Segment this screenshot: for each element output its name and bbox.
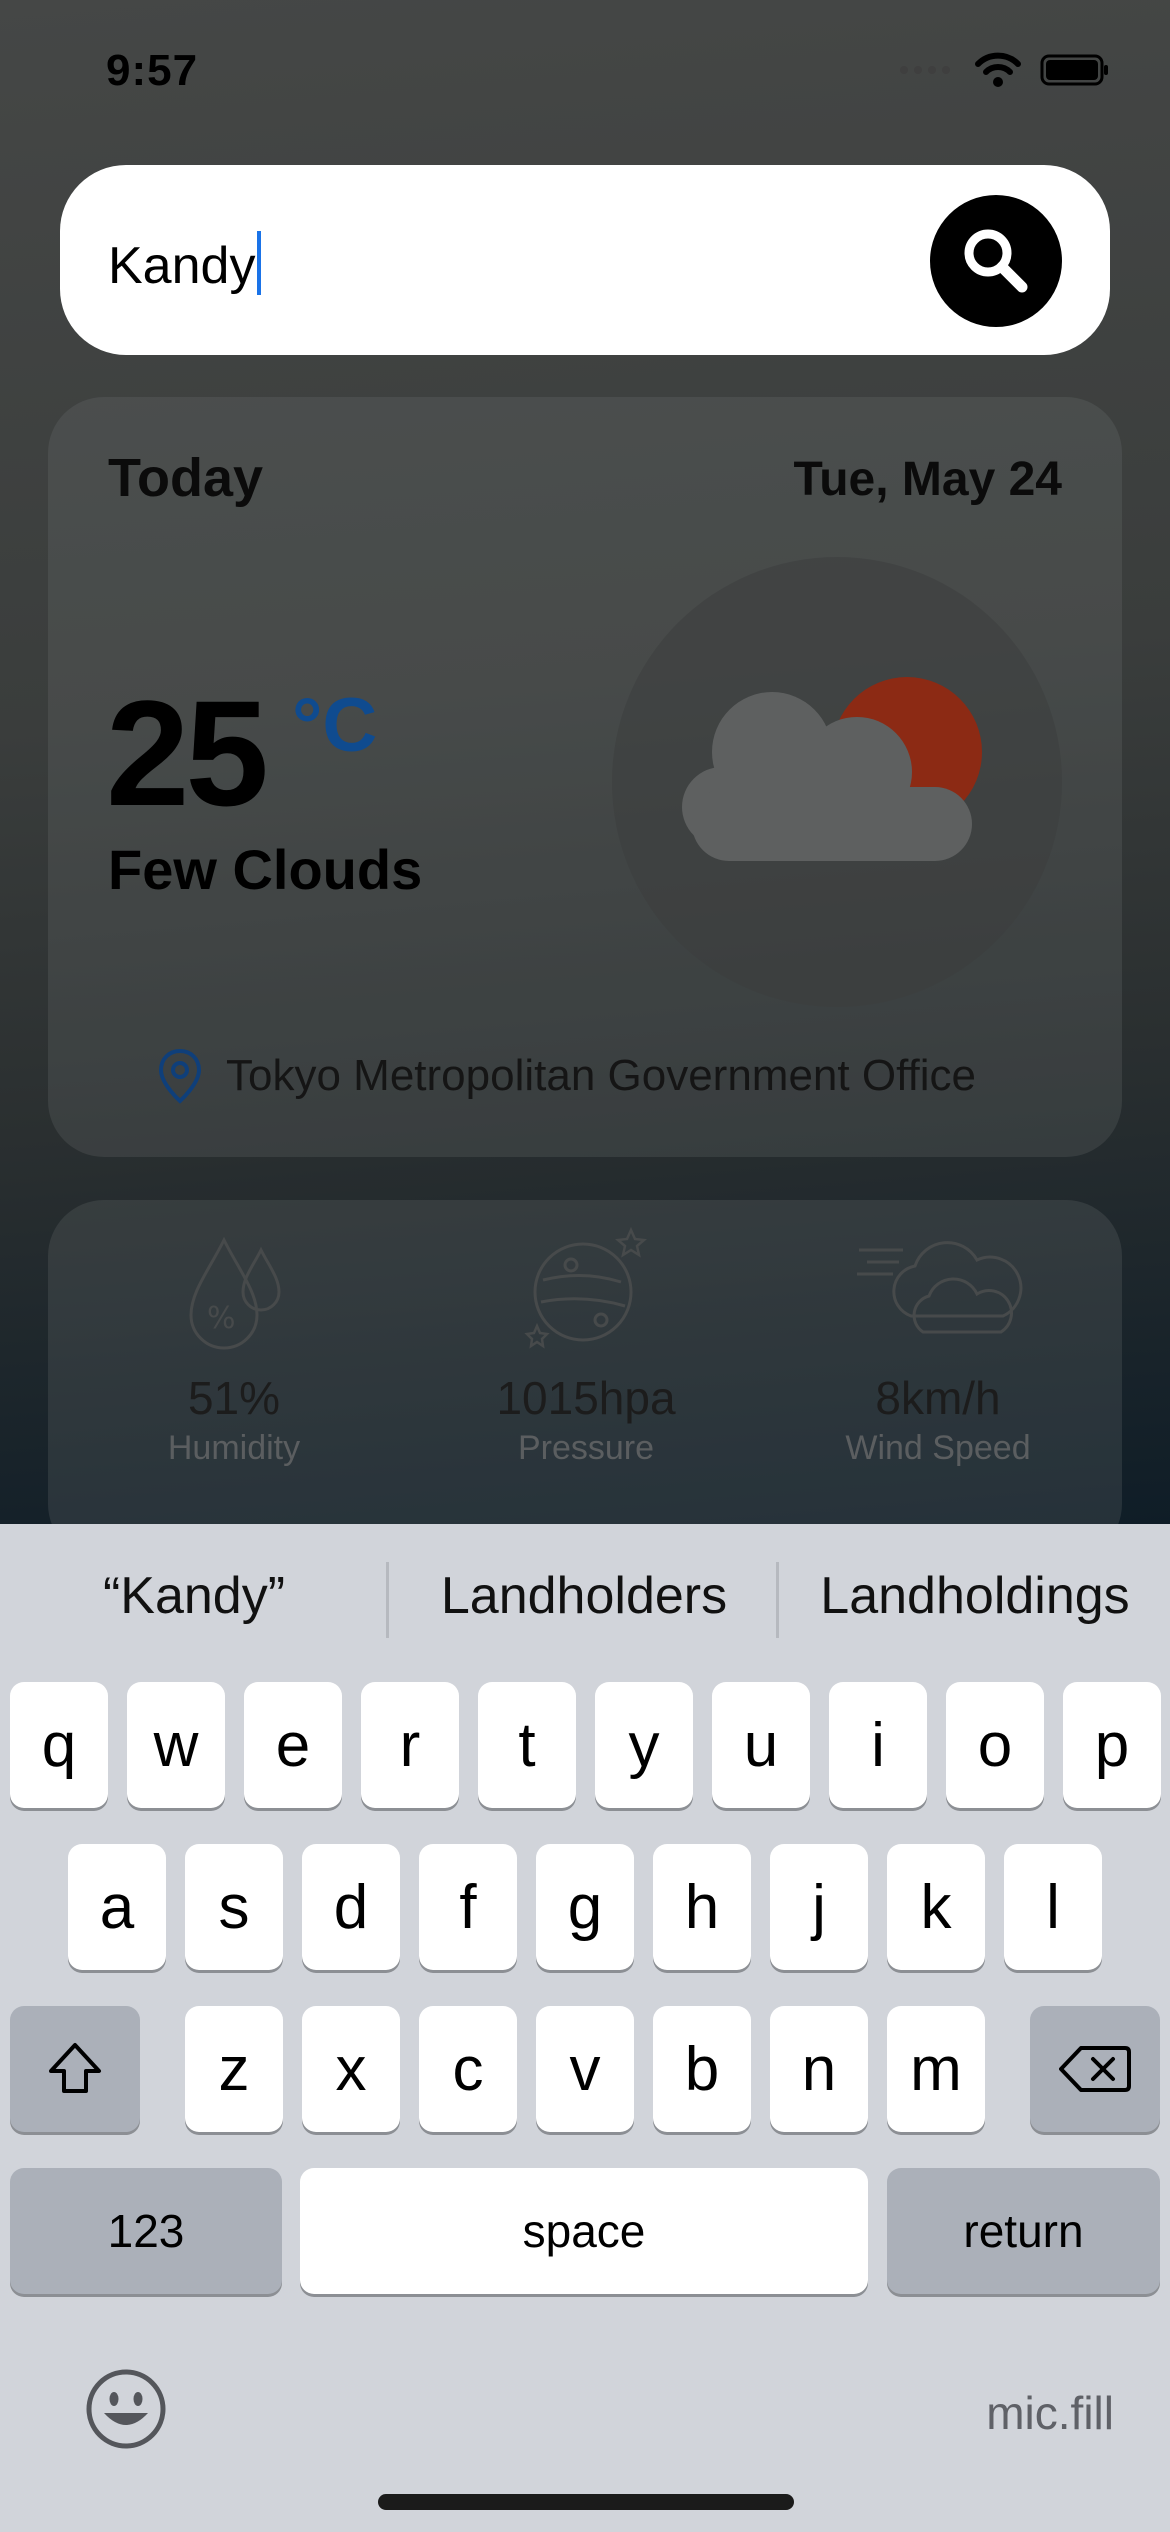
today-weather-card: Today Tue, May 24 25 °C Few Clouds Tokyo… [48, 397, 1122, 1157]
humidity-value: 51% [187, 1372, 281, 1424]
key-f[interactable]: f [419, 1844, 517, 1970]
key-w[interactable]: w [127, 1682, 225, 1808]
pressure-label: Pressure [517, 1429, 655, 1467]
key-v[interactable]: v [536, 2006, 634, 2132]
mic-button[interactable]: mic.fill [986, 2386, 1114, 2440]
suggestion-divider [386, 1562, 389, 1638]
stat-humidity: % 51% Humidity [64, 1220, 404, 1468]
key-r[interactable]: r [361, 1682, 459, 1808]
text-caret [257, 231, 262, 295]
today-label: Today [108, 448, 264, 508]
search-bar[interactable]: Kandy [60, 165, 1110, 355]
weather-stats-card: % 51% Humidity 1015hpa Pressure 8km/h Wi… [48, 1200, 1122, 1560]
weather-illustration [612, 557, 1062, 1007]
key-c[interactable]: c [419, 2006, 517, 2132]
status-icons [898, 52, 1110, 88]
space-key[interactable]: space [300, 2168, 868, 2294]
search-button[interactable] [930, 195, 1062, 327]
key-g[interactable]: g [536, 1844, 634, 1970]
emoji-icon [86, 2369, 166, 2449]
key-m[interactable]: m [887, 2006, 985, 2132]
key-b[interactable]: b [653, 2006, 751, 2132]
keyboard: “Kandy” Landholders Landholdings q w e r… [0, 1524, 1170, 2532]
wind-speed-value: 8km/h [875, 1372, 1001, 1424]
pressure-icon [524, 1226, 647, 1349]
search-input[interactable]: Kandy [108, 231, 262, 296]
key-e[interactable]: e [244, 1682, 342, 1808]
wifi-icon [975, 52, 1021, 87]
temperature-unit: °C [292, 683, 378, 768]
key-h[interactable]: h [653, 1844, 751, 1970]
key-u[interactable]: u [712, 1682, 810, 1808]
key-d[interactable]: d [302, 1844, 400, 1970]
signal-icon [900, 66, 950, 74]
key-a[interactable]: a [68, 1844, 166, 1970]
key-y[interactable]: y [595, 1682, 693, 1808]
search-input-value: Kandy [108, 237, 256, 295]
temperature-value: 25 [106, 669, 269, 837]
key-s[interactable]: s [185, 1844, 283, 1970]
stat-pressure: 1015hpa Pressure [416, 1220, 756, 1468]
location-pin-icon [158, 1048, 202, 1104]
humidity-label: Humidity [167, 1429, 301, 1467]
emoji-button[interactable] [84, 2367, 168, 2456]
wind-icon [857, 1241, 1023, 1334]
home-indicator[interactable] [378, 2494, 794, 2510]
key-q[interactable]: q [10, 1682, 108, 1808]
key-k[interactable]: k [887, 1844, 985, 1970]
key-j[interactable]: j [770, 1844, 868, 1970]
key-t[interactable]: t [478, 1682, 576, 1808]
battery-icon [1040, 54, 1108, 86]
weather-condition: Few Clouds [108, 838, 423, 901]
svg-text:%: % [207, 1301, 236, 1336]
stat-wind: 8km/h Wind Speed [768, 1220, 1108, 1468]
wind-speed-label: Wind Speed [845, 1429, 1031, 1467]
location-row: Tokyo Metropolitan Government Office [156, 1047, 976, 1105]
key-i[interactable]: i [829, 1682, 927, 1808]
suggestion-divider [776, 1562, 779, 1638]
location-name: Tokyo Metropolitan Government Office [226, 1051, 976, 1100]
today-date: Tue, May 24 [793, 453, 1062, 506]
key-l[interactable]: l [1004, 1844, 1102, 1970]
key-p[interactable]: p [1063, 1682, 1161, 1808]
status-time: 9:57 [106, 46, 199, 95]
shift-icon [49, 2043, 101, 2093]
key-o[interactable]: o [946, 1682, 1044, 1808]
key-x[interactable]: x [302, 2006, 400, 2132]
shift-key[interactable] [10, 2006, 140, 2132]
delete-icon [1059, 2046, 1131, 2092]
suggestion-2[interactable]: Landholders [390, 1566, 778, 1626]
numbers-key[interactable]: 123 [10, 2168, 282, 2294]
few-clouds-icon [682, 677, 982, 861]
delete-key[interactable] [1030, 2006, 1160, 2132]
return-key[interactable]: return [887, 2168, 1160, 2294]
key-z[interactable]: z [185, 2006, 283, 2132]
key-n[interactable]: n [770, 2006, 868, 2132]
humidity-icon: % [189, 1236, 281, 1350]
pressure-value: 1015hpa [496, 1372, 676, 1424]
suggestion-3[interactable]: Landholdings [780, 1566, 1170, 1626]
suggestion-1[interactable]: “Kandy” [0, 1566, 388, 1626]
search-icon [964, 229, 1028, 293]
